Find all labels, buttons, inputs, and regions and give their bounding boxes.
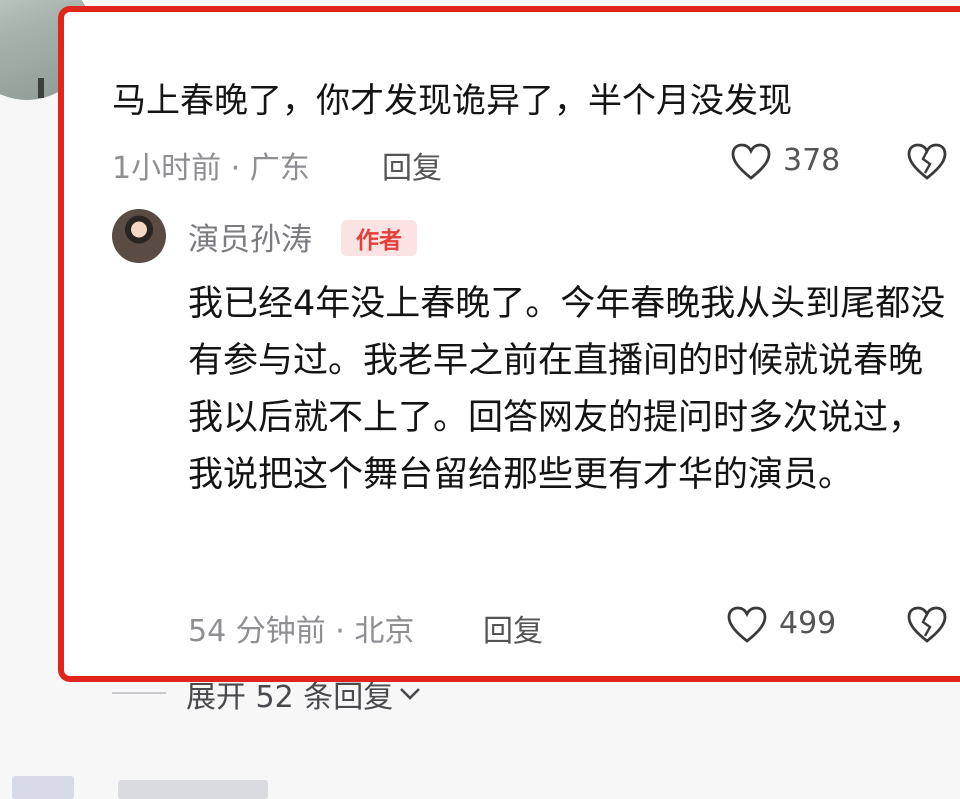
reply-reply-button[interactable]: 回复 bbox=[483, 606, 543, 650]
chevron-down-icon bbox=[400, 688, 421, 700]
reply-like-count: 499 bbox=[779, 606, 837, 641]
comment-time-location: 1小时前 · 广东 bbox=[112, 151, 310, 186]
next-commenter-avatar bbox=[12, 776, 74, 799]
comment-text: 马上春晚了，你才发现诡异了，半个月没发现 bbox=[112, 81, 792, 121]
author-badge: 作者 bbox=[341, 220, 417, 256]
reply-text: 我已经4年没上春晚了。今年春晚我从头到尾都没有参与过。我老早之前在直播间的时候就… bbox=[188, 284, 946, 495]
dislike-broken-heart-icon[interactable] bbox=[906, 606, 948, 644]
heart-icon[interactable] bbox=[731, 143, 771, 181]
dislike-broken-heart-icon[interactable] bbox=[906, 143, 948, 181]
expand-divider bbox=[112, 692, 166, 694]
author-name[interactable]: 演员孙涛 bbox=[188, 214, 312, 259]
reply-time-location: 54 分钟前 · 北京 bbox=[188, 614, 415, 649]
heart-icon[interactable] bbox=[727, 606, 767, 644]
expand-replies-button[interactable]: 展开 52 条回复 bbox=[186, 672, 421, 716]
comment-reply-button[interactable]: 回复 bbox=[382, 143, 442, 187]
next-commenter-name bbox=[118, 780, 268, 799]
author-avatar[interactable] bbox=[112, 209, 166, 263]
expand-replies-label: 展开 52 条回复 bbox=[186, 680, 394, 715]
comment-like-count: 378 bbox=[783, 143, 841, 178]
